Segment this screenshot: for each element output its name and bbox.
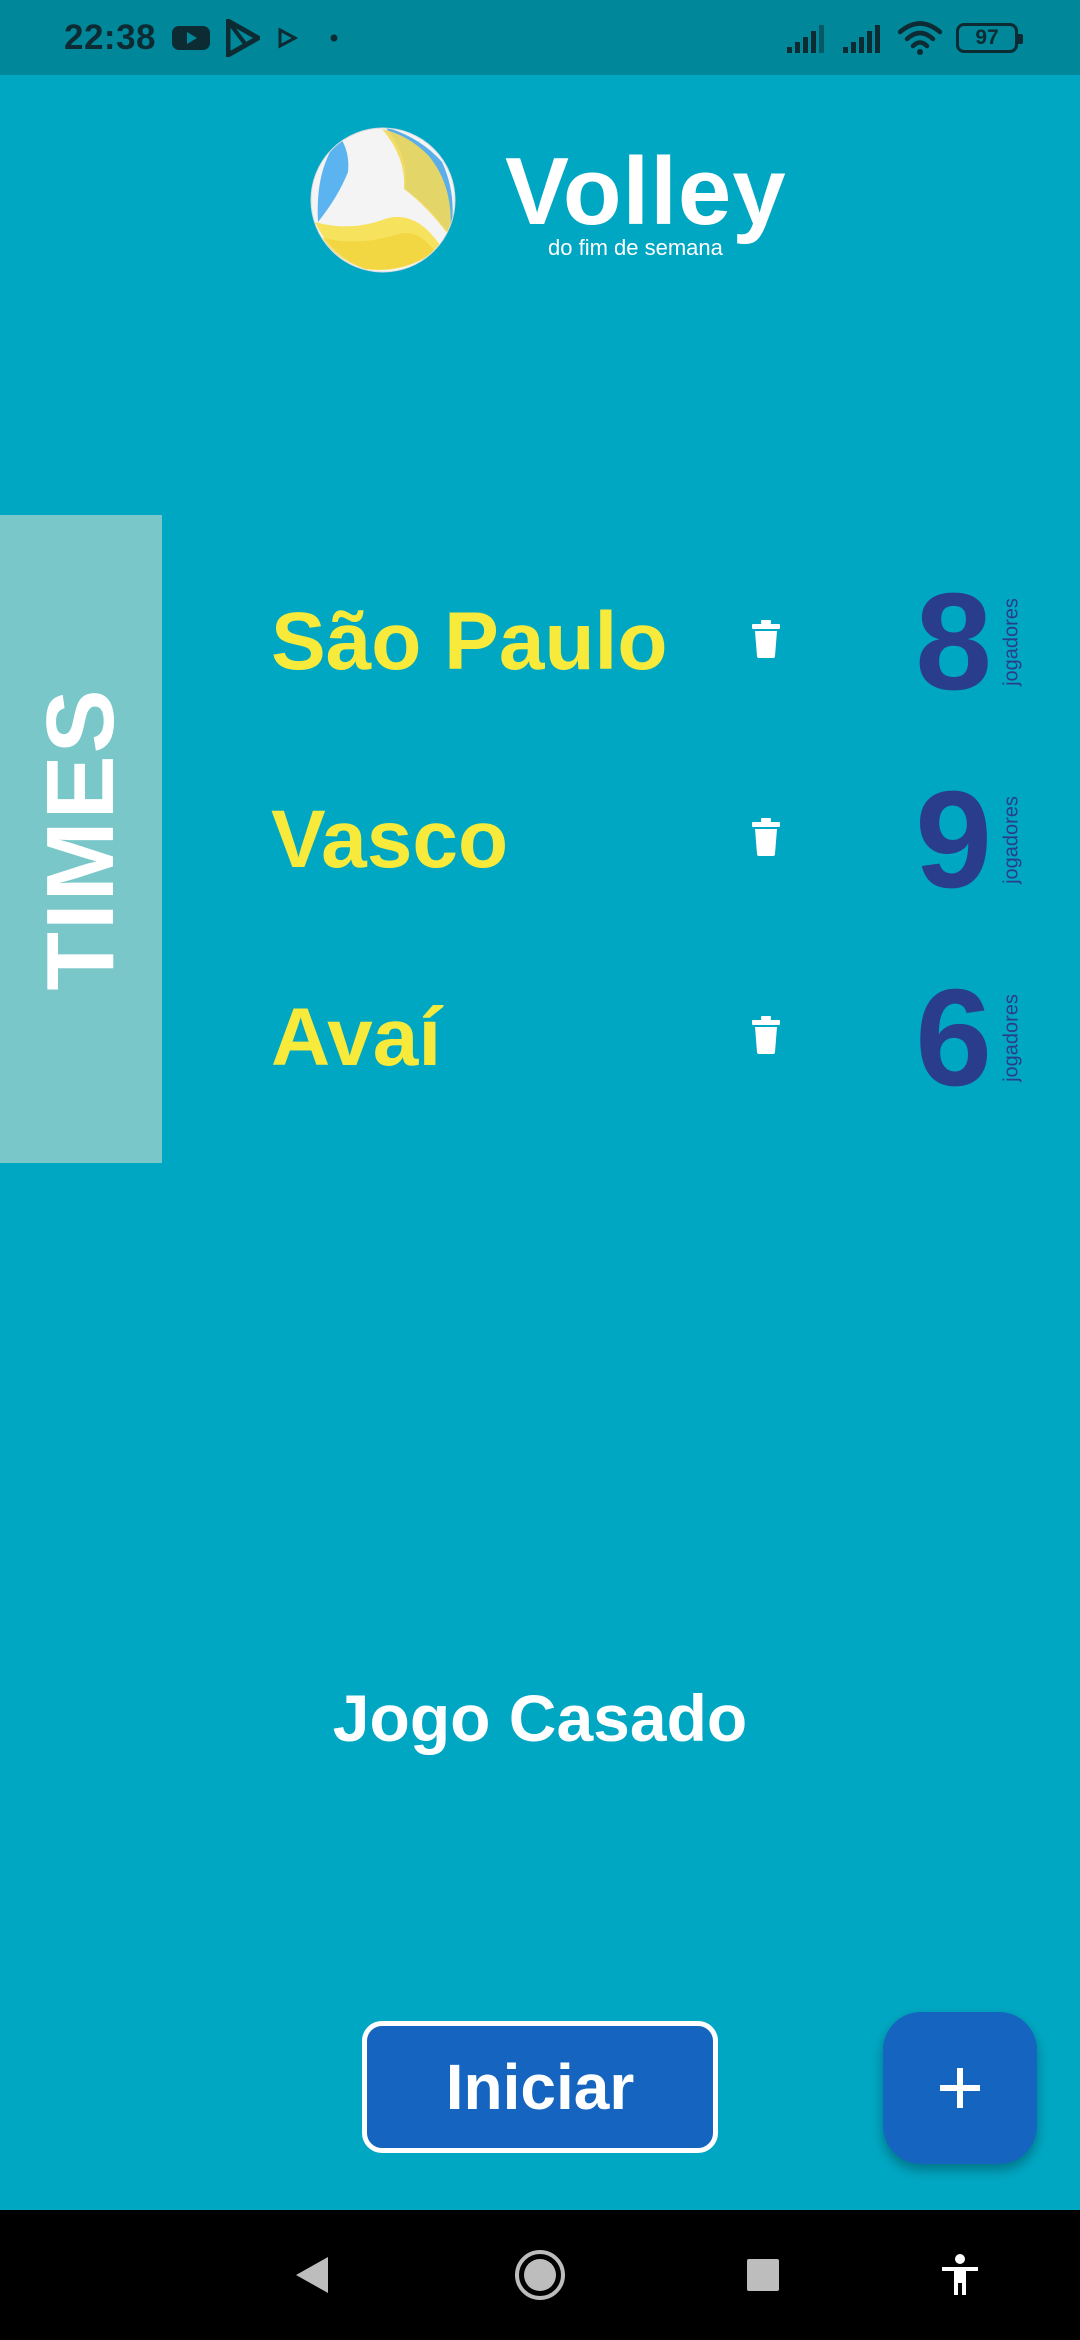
volleyball-logo-icon: [310, 127, 456, 273]
app-title: Volley: [505, 138, 787, 245]
trash-icon[interactable]: [752, 1016, 780, 1054]
youtube-icon: [172, 25, 211, 50]
players-label: jogadores: [1000, 598, 1023, 686]
start-button-label: Iniciar: [445, 2051, 635, 2123]
team-name: Avaí: [271, 992, 442, 1083]
app-header: Volley do fim de semana: [0, 75, 1080, 325]
notification-icons: [172, 18, 344, 57]
play-store-icon: [226, 18, 261, 57]
team-row[interactable]: Avaí 6 jogadores: [0, 958, 1080, 1118]
app-subtitle: do fim de semana: [548, 235, 723, 260]
team-name: Vasco: [271, 794, 509, 885]
dot-icon: [330, 34, 338, 41]
team-row[interactable]: Vasco 9 jogadores: [0, 760, 1080, 920]
team-name: São Paulo: [271, 596, 668, 687]
status-time: 22:38: [64, 17, 157, 57]
plus-icon: [940, 2068, 980, 2108]
players-label: jogadores: [1000, 994, 1023, 1082]
signal-icon-2: [843, 24, 880, 53]
player-count: 9: [915, 763, 992, 917]
game-mode-label[interactable]: Jogo Casado: [0, 1680, 1080, 1756]
play-icon: [278, 27, 299, 48]
signal-icon: [787, 24, 824, 53]
players-label: jogadores: [1000, 796, 1023, 884]
team-row[interactable]: São Paulo 8 jogadores: [0, 562, 1080, 722]
recents-button[interactable]: [733, 2210, 793, 2340]
wifi-icon: [898, 20, 942, 55]
back-icon: [296, 2257, 328, 2293]
home-icon: [515, 2250, 565, 2300]
player-count: 6: [915, 961, 992, 1115]
system-icons: 97: [786, 20, 1023, 55]
home-button[interactable]: [510, 2210, 570, 2340]
trash-icon[interactable]: [752, 818, 780, 856]
battery-level: 97: [975, 25, 999, 49]
player-count: 8: [915, 565, 992, 719]
start-button[interactable]: Iniciar: [362, 2021, 718, 2153]
navigation-bar: [0, 2210, 1080, 2340]
battery-icon: 97: [956, 22, 1023, 53]
recents-icon: [747, 2259, 779, 2291]
trash-icon[interactable]: [752, 620, 780, 658]
accessibility-button[interactable]: [930, 2210, 990, 2340]
add-team-button[interactable]: [883, 2012, 1037, 2164]
back-button[interactable]: [282, 2210, 342, 2340]
accessibility-icon: [942, 2254, 978, 2295]
status-bar: 22:38 97: [0, 0, 1080, 75]
